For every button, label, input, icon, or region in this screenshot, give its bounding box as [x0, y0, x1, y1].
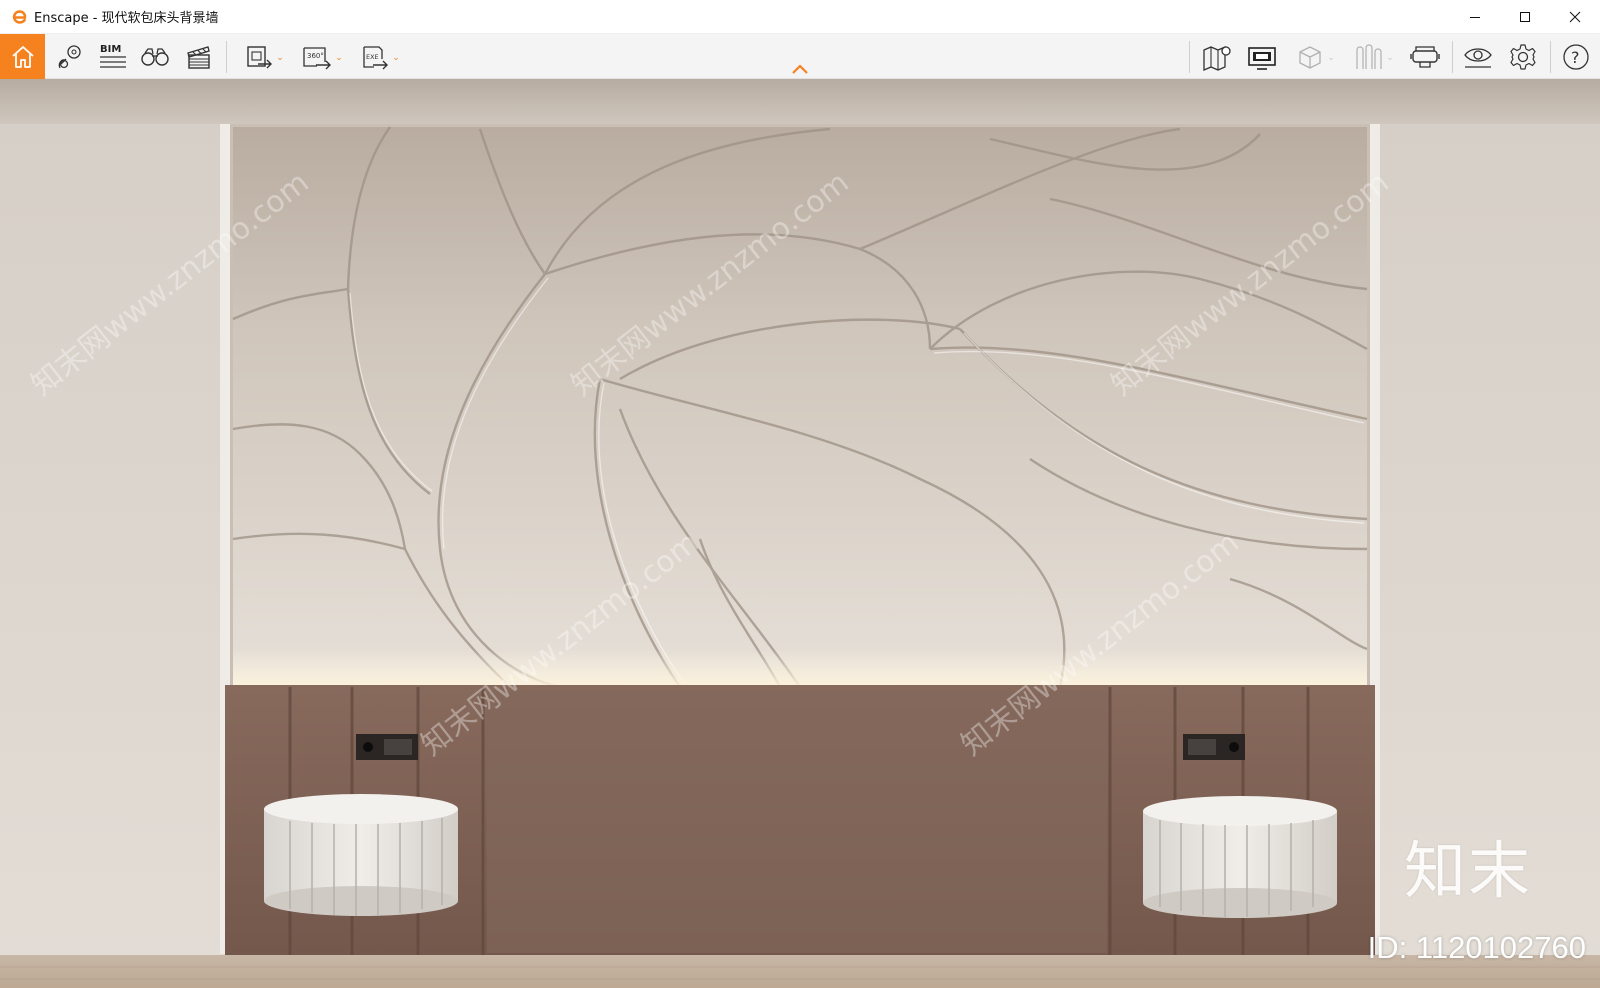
visual-settings-button[interactable]	[1458, 34, 1498, 79]
export-360-icon: 360°	[303, 46, 332, 69]
bim-button[interactable]: BIM	[96, 34, 130, 79]
monitor-icon	[1248, 46, 1276, 70]
toolbar-separator	[1189, 41, 1190, 73]
help-label: ?	[1571, 48, 1580, 67]
minimize-icon	[1470, 17, 1480, 18]
toolbar-separator	[1550, 41, 1551, 73]
home-icon	[11, 45, 34, 68]
dropdown-caret-icon: ⌄	[392, 52, 400, 63]
cube-button[interactable]: ⌄	[1290, 34, 1340, 79]
window-controls	[1450, 0, 1600, 34]
map-pin-icon	[58, 44, 81, 68]
export-image-icon	[247, 45, 273, 68]
title-bar: Enscape - 现代软包床头背景墙	[0, 0, 1600, 34]
watermark-logo: 知末	[1403, 834, 1532, 907]
close-icon	[1569, 11, 1581, 23]
minimize-button[interactable]	[1450, 0, 1500, 34]
help-icon: ?	[1563, 43, 1589, 70]
bim-label: BIM	[100, 44, 121, 55]
help-button[interactable]: ?	[1556, 34, 1596, 79]
cube-icon	[1299, 45, 1321, 69]
binoculars-button[interactable]	[138, 34, 172, 79]
bim-icon: BIM	[100, 44, 126, 68]
maximize-icon	[1520, 12, 1530, 22]
clapperboard-icon	[187, 45, 210, 69]
dropdown-caret-icon: ⌄	[335, 52, 343, 63]
monitor-button[interactable]	[1242, 34, 1282, 79]
export-image-button[interactable]: ⌄	[236, 34, 292, 79]
dropdown-caret-icon: ⌄	[1327, 52, 1335, 63]
toolbar-separator	[226, 41, 227, 73]
home-button[interactable]	[0, 34, 45, 79]
gear-icon	[1510, 43, 1536, 70]
binoculars-icon	[141, 47, 169, 66]
eye-icon	[1464, 47, 1492, 68]
dropdown-caret-icon: ⌄	[1386, 52, 1394, 63]
export-exe-button[interactable]: EXE ⌄	[352, 34, 408, 79]
export-exe-icon: EXE	[363, 45, 389, 69]
render-viewport[interactable]: 知末网www.znzmo.com 知末网www.znzmo.com 知末网www…	[0, 79, 1600, 988]
walk-icon	[1356, 43, 1382, 69]
window-title: Enscape - 现代软包床头背景墙	[34, 11, 219, 26]
map-icon	[1203, 45, 1231, 71]
map-button[interactable]	[1197, 34, 1237, 79]
settings-button[interactable]	[1503, 34, 1543, 79]
enscape-logo-icon	[12, 9, 27, 24]
export-exe-label: EXE	[366, 53, 379, 61]
export-360-label: 360°	[307, 52, 324, 60]
image-id-label: ID: 1120102760	[1367, 930, 1586, 965]
close-button[interactable]	[1550, 0, 1600, 34]
vr-headset-icon	[1410, 45, 1440, 68]
vr-button[interactable]	[1404, 34, 1446, 79]
toolbar-separator	[1452, 41, 1453, 73]
walk-button[interactable]: ⌄	[1346, 34, 1400, 79]
views-button[interactable]	[52, 34, 88, 79]
maximize-button[interactable]	[1500, 0, 1550, 34]
dropdown-caret-icon: ⌄	[276, 52, 284, 63]
chevron-up-icon[interactable]	[791, 62, 809, 76]
video-editor-button[interactable]	[182, 34, 216, 79]
export-360-button[interactable]: 360° ⌄	[294, 34, 350, 79]
